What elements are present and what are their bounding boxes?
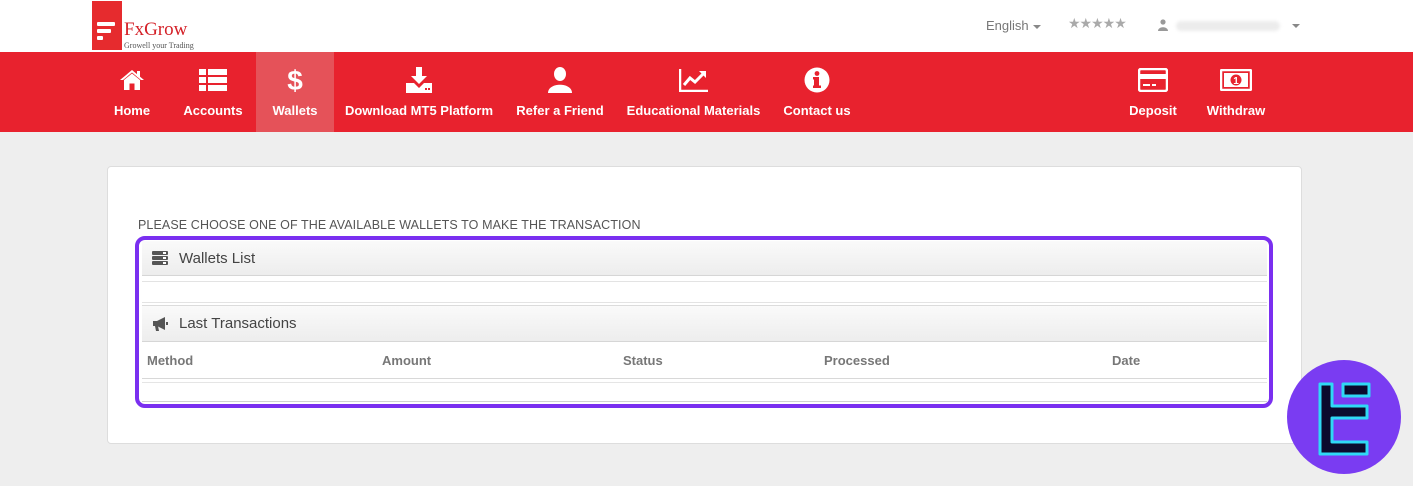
brand-name: FxGrow (124, 19, 188, 40)
user-name-redacted (1176, 21, 1280, 31)
nav-download-mt5[interactable]: Download MT5 Platform (344, 52, 494, 132)
download-icon (406, 67, 432, 93)
language-label: English (986, 18, 1029, 33)
dollar-icon: $ (286, 66, 304, 94)
home-icon (119, 67, 145, 93)
rating-stars[interactable]: ★★★★★ (1068, 15, 1127, 32)
nav-label: Refer a Friend (516, 103, 604, 118)
svg-text:1: 1 (1233, 76, 1239, 87)
user-icon (1158, 19, 1168, 31)
chart-icon (678, 67, 709, 93)
top-bar: FxGrow Growell your Trading English ★★★★… (0, 0, 1413, 52)
user-icon (548, 67, 572, 93)
language-selector[interactable]: English (986, 18, 1041, 33)
nav-educational-materials[interactable]: Educational Materials (626, 52, 761, 132)
brand-tagline: Growell your Trading (124, 41, 194, 50)
nav-label: Deposit (1129, 103, 1177, 118)
logo-mark-icon (92, 1, 122, 50)
chevron-down-icon (1292, 24, 1300, 28)
nav-label: Withdraw (1206, 103, 1266, 118)
nav-label: Home (113, 103, 151, 118)
nav-refer-friend[interactable]: Refer a Friend (516, 52, 604, 132)
nav-withdraw[interactable]: 1 Withdraw (1203, 52, 1269, 132)
nav-label: Contact us (783, 103, 851, 118)
svg-text:$: $ (287, 66, 303, 94)
nav-deposit[interactable]: Deposit (1127, 52, 1179, 132)
watermark-badge (1287, 360, 1401, 474)
nav-home[interactable]: Home (106, 52, 158, 132)
nav-wallets[interactable]: $ Wallets (256, 52, 334, 132)
nav-accounts[interactable]: Accounts (183, 52, 243, 132)
banknote-icon: 1 (1220, 67, 1252, 93)
highlight-frame (135, 236, 1273, 408)
list-icon (199, 67, 227, 93)
nav-label: Download MT5 Platform (344, 103, 494, 118)
tc-logo-icon (1318, 382, 1371, 456)
nav-label: Accounts (183, 103, 243, 118)
info-icon (804, 67, 830, 93)
nav-label: Educational Materials (626, 103, 761, 118)
nav-label: Wallets (272, 103, 318, 118)
brand-logo[interactable]: FxGrow Growell your Trading (92, 1, 202, 51)
wallet-instruction: PLEASE CHOOSE ONE OF THE AVAILABLE WALLE… (138, 218, 641, 232)
nav-contact-us[interactable]: Contact us (782, 52, 852, 132)
credit-card-icon (1138, 67, 1168, 93)
chevron-down-icon (1032, 24, 1041, 29)
main-navigation: Home Accounts $ Wallets Download MT5 Pla… (0, 52, 1413, 132)
